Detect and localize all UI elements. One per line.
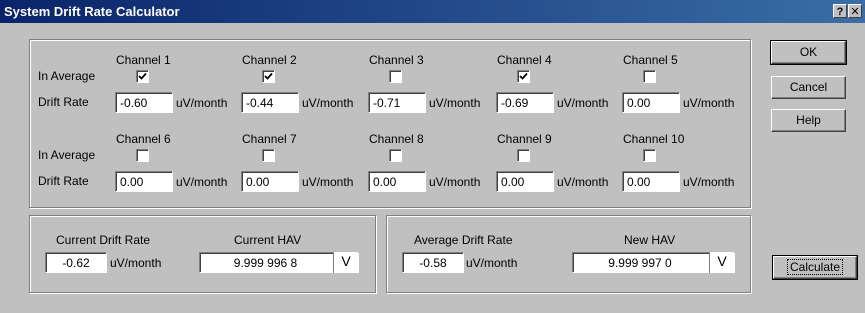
drift-rate-label-row2: Drift Rate	[38, 174, 89, 188]
title-bar[interactable]: System Drift Rate Calculator ? ✕	[0, 0, 865, 23]
channel-4-drift-rate-field[interactable]: -0.69	[496, 92, 554, 113]
channel-10-drift-rate-field[interactable]: 0.00	[622, 171, 680, 192]
channel-3-drift-rate-field[interactable]: -0.71	[368, 92, 426, 113]
help-button[interactable]: Help	[771, 109, 846, 132]
checkmark-icon	[519, 72, 528, 80]
channel-5-in-average-checkbox[interactable]	[643, 70, 656, 83]
channel-7-in-average-checkbox[interactable]	[262, 149, 275, 162]
channel-7-unit-label: uV/month	[302, 175, 354, 189]
channel-1-unit-label: uV/month	[176, 96, 228, 110]
channel-5-label: Channel 5	[623, 53, 678, 67]
channel-9-label: Channel 9	[497, 132, 552, 146]
channel-8-in-average-checkbox[interactable]	[389, 149, 402, 162]
channel-10-label: Channel 10	[623, 132, 685, 146]
channel-6-drift-rate-field[interactable]: 0.00	[115, 171, 173, 192]
channel-2-in-average-checkbox[interactable]	[262, 70, 275, 83]
channel-5-drift-rate-field[interactable]: 0.00	[622, 92, 680, 113]
channel-8-drift-rate-field[interactable]: 0.00	[368, 171, 426, 192]
average-drift-rate-unit: uV/month	[466, 256, 518, 270]
checkmark-icon	[264, 72, 273, 80]
help-question-icon[interactable]: ?	[833, 4, 847, 18]
channel-6-unit-label: uV/month	[176, 175, 228, 189]
in-average-label-row2: In Average	[38, 148, 96, 162]
channel-3-label: Channel 3	[369, 53, 424, 67]
channel-9-drift-rate-field[interactable]: 0.00	[496, 171, 554, 192]
channel-3-in-average-checkbox[interactable]	[389, 70, 402, 83]
channel-9-unit-label: uV/month	[557, 175, 609, 189]
channel-7-label: Channel 7	[242, 132, 297, 146]
checkmark-icon	[138, 72, 147, 80]
current-hav-value: 9.999 996 8	[233, 256, 298, 270]
drift-rate-label-row1: Drift Rate	[38, 95, 89, 109]
channel-4-label: Channel 4	[497, 53, 552, 67]
channel-1-label: Channel 1	[116, 53, 171, 67]
channel-10-in-average-checkbox[interactable]	[643, 149, 656, 162]
average-drift-rate-label: Average Drift Rate	[414, 233, 513, 247]
current-drift-rate-field[interactable]: -0.62	[45, 252, 107, 273]
current-drift-rate-unit: uV/month	[110, 256, 162, 270]
channel-2-label: Channel 2	[242, 53, 297, 67]
channel-8-unit-label: uV/month	[429, 175, 481, 189]
channel-2-drift-rate-field[interactable]: -0.44	[241, 92, 299, 113]
current-hav-unit: V	[333, 252, 358, 273]
channel-3-unit-label: uV/month	[429, 96, 481, 110]
channel-1-in-average-checkbox[interactable]	[136, 70, 149, 83]
channel-2-unit-label: uV/month	[302, 96, 354, 110]
channel-10-unit-label: uV/month	[683, 175, 735, 189]
average-drift-rate-field[interactable]: -0.58	[402, 252, 464, 273]
channel-7-drift-rate-field[interactable]: 0.00	[241, 171, 299, 192]
channel-4-in-average-checkbox[interactable]	[517, 70, 530, 83]
window-title: System Drift Rate Calculator	[4, 4, 180, 19]
channel-4-unit-label: uV/month	[557, 96, 609, 110]
channel-8-label: Channel 8	[369, 132, 424, 146]
close-icon[interactable]: ✕	[848, 4, 862, 18]
in-average-label-row1: In Average	[38, 69, 96, 83]
current-drift-rate-label: Current Drift Rate	[56, 233, 151, 247]
channel-1-drift-rate-field[interactable]: -0.60	[115, 92, 173, 113]
ok-button[interactable]: OK	[770, 40, 847, 65]
cancel-button[interactable]: Cancel	[771, 76, 846, 99]
channel-6-in-average-checkbox[interactable]	[136, 149, 149, 162]
channel-6-label: Channel 6	[116, 132, 171, 146]
current-hav-label: Current HAV	[234, 233, 302, 247]
channel-9-in-average-checkbox[interactable]	[517, 149, 530, 162]
new-hav-value: 9.999 997 0	[608, 256, 672, 270]
calculate-button[interactable]: Calculate	[772, 255, 858, 280]
new-hav-label: New HAV	[624, 233, 676, 247]
new-hav-unit: V	[709, 252, 734, 273]
channel-5-unit-label: uV/month	[683, 96, 735, 110]
calculate-button-label: Calculate	[786, 259, 844, 275]
